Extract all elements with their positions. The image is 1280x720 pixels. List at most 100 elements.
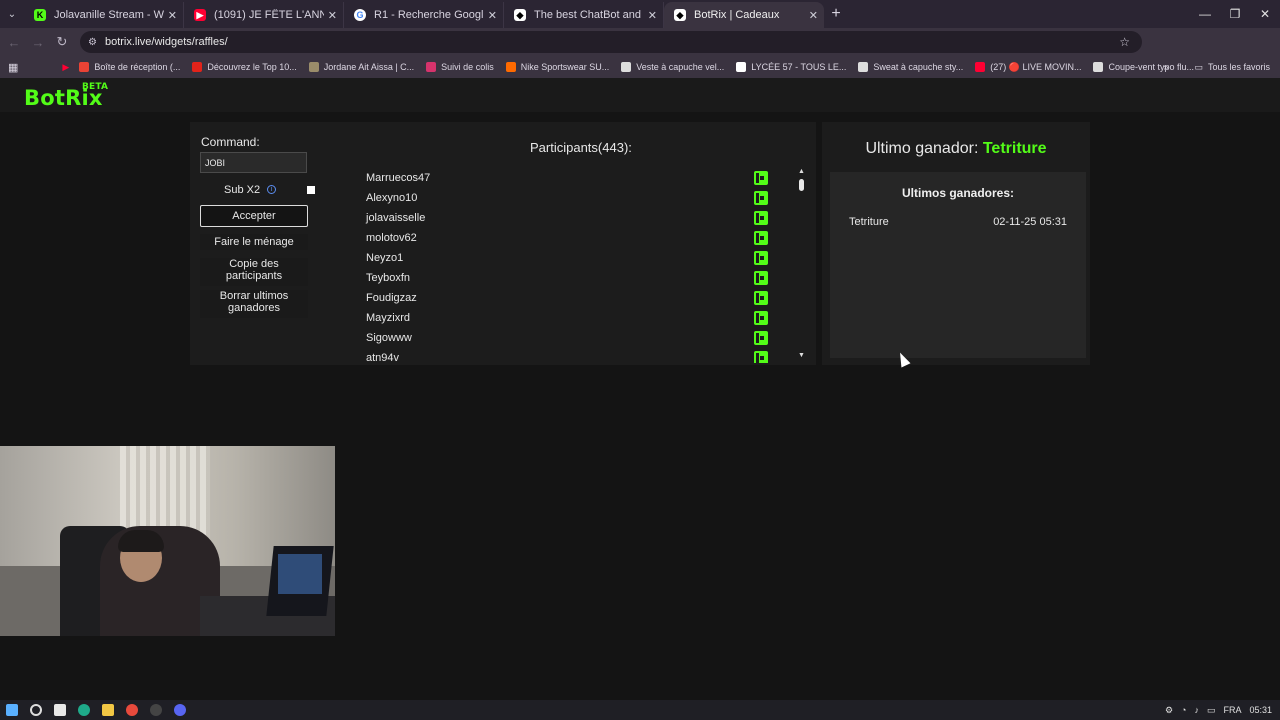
participants-list[interactable]: Marruecos47 Alexyno10 jolavaisselle molo… [350, 168, 798, 363]
reload-icon[interactable]: ↻ [50, 34, 74, 50]
bookmark-item[interactable]: Boîte de réception (... [79, 62, 180, 72]
taskbar: ⚙ ◔ ♪ ▭ FRA 05:31 [0, 700, 1280, 720]
folder-icon: ▭ [1194, 61, 1203, 72]
bookmark-label: Veste à capuche vel... [636, 62, 725, 72]
bookmark-favicon-icon [505, 62, 516, 72]
list-item[interactable]: molotov62 [350, 228, 798, 248]
participants-title: Participants(443): [530, 140, 632, 155]
tab-botrix-cadeaux[interactable]: ◆ BotRix | Cadeaux ✕ [664, 2, 824, 28]
apps-grid-icon[interactable]: ▦ [8, 61, 18, 74]
close-icon[interactable]: ✕ [328, 9, 337, 22]
chrome-icon[interactable] [126, 704, 138, 716]
back-icon[interactable]: ← [2, 35, 26, 50]
copy-participants-button[interactable]: Copie des participants [200, 258, 308, 286]
scroll-thumb[interactable] [799, 179, 804, 191]
discord-icon[interactable] [174, 704, 186, 716]
search-icon[interactable] [30, 704, 42, 716]
list-item[interactable]: Neyzo1 [350, 248, 798, 268]
bookmark-item[interactable]: Découvrez le Top 10... [192, 62, 297, 72]
bookmark-item[interactable]: Nike Sportswear SU... [505, 62, 609, 72]
wifi-icon[interactable]: ◔ [1181, 705, 1186, 715]
winner-date: 02-11-25 05:31 [993, 216, 1067, 228]
bookmark-favicon-icon [621, 62, 632, 72]
close-icon[interactable]: ✕ [648, 9, 657, 22]
language-indicator[interactable]: FRA [1223, 705, 1241, 715]
list-item[interactable]: atn94v [350, 348, 798, 363]
windows-start-icon[interactable] [6, 704, 18, 716]
botrix-favicon-icon: ◆ [514, 9, 526, 21]
tab-jolavanille[interactable]: K Jolavanille Stream - Watch Live ✕ [24, 2, 184, 28]
battery-icon[interactable]: ▭ [1207, 705, 1216, 716]
youtube-icon [975, 62, 986, 72]
all-bookmarks[interactable]: » ▭ Tous les favoris [1163, 56, 1270, 78]
minimize-icon[interactable]: — [1190, 0, 1220, 28]
webcam-laptop-screen [278, 554, 322, 594]
bookmark-favicon-icon [426, 62, 437, 72]
edge-icon[interactable] [78, 704, 90, 716]
list-item[interactable]: Foudigzaz [350, 288, 798, 308]
winner-row: Tetriture 02-11-25 05:31 [849, 216, 1067, 228]
bookmark-youtube-icon[interactable]: ▶ [62, 62, 69, 73]
list-item[interactable]: Alexyno10 [350, 188, 798, 208]
close-icon[interactable]: ✕ [168, 9, 177, 22]
participant-name: Teyboxfn [366, 272, 411, 284]
participant-name: molotov62 [366, 232, 417, 244]
recent-winners-box: Ultimos ganadores: Tetriture 02-11-25 05… [830, 172, 1086, 358]
list-item[interactable]: jolavaisselle [350, 208, 798, 228]
participants-scrollbar[interactable]: ▲ ▼ [796, 168, 806, 363]
bookmark-star-icon[interactable]: ☆ [1119, 35, 1130, 49]
obs-icon[interactable] [150, 704, 162, 716]
close-icon[interactable]: ✕ [809, 9, 818, 22]
kick-icon [754, 231, 768, 245]
tab-search-icon[interactable]: ⌄ [0, 0, 24, 28]
accept-button[interactable]: Accepter [200, 205, 308, 227]
forward-icon[interactable]: → [26, 35, 50, 50]
site-header: BotRix BETA [0, 78, 1280, 112]
volume-icon[interactable]: ♪ [1194, 705, 1199, 715]
info-icon[interactable]: i [267, 185, 276, 194]
raffle-panel: Command: Sub X2 i Accepter Faire le ména… [190, 122, 816, 365]
bookmark-item[interactable]: Sweat à capuche sty... [858, 62, 963, 72]
new-tab-icon[interactable]: + [824, 5, 848, 23]
kick-favicon-icon: K [34, 9, 46, 21]
sub-x2-checkbox[interactable] [307, 186, 315, 194]
tab-google[interactable]: G R1 - Recherche Google ✕ [344, 2, 504, 28]
scroll-up-arrow-icon[interactable]: ▲ [798, 168, 805, 175]
list-item[interactable]: Marruecos47 [350, 168, 798, 188]
bookmark-label: Découvrez le Top 10... [207, 62, 297, 72]
url-field[interactable]: ⚙ botrix.live/widgets/raffles/ ☆ [80, 31, 1142, 53]
kick-icon [754, 191, 768, 205]
bookmark-item[interactable]: LYCÉE 57 - TOUS LE... [736, 62, 846, 72]
clean-button[interactable]: Faire le ménage [200, 234, 308, 250]
clear-winners-button[interactable]: Borrar ultimos ganadores [200, 290, 308, 318]
last-winner-heading: Ultimo ganador: Tetriture [822, 140, 1090, 158]
beta-badge: BETA [82, 82, 109, 92]
chevron-right-icon[interactable]: » [1163, 62, 1168, 72]
scroll-down-arrow-icon[interactable]: ▼ [798, 352, 805, 359]
folder-icon[interactable] [102, 704, 114, 716]
clock[interactable]: 05:31 [1249, 705, 1272, 715]
botrix-logo[interactable]: BotRix BETA [24, 82, 108, 110]
bookmark-item[interactable]: Jordane Ait Aissa | C... [308, 62, 414, 72]
tray-apps-icon[interactable]: ⚙ [1165, 705, 1173, 716]
tab-title: Jolavanille Stream - Watch Live [54, 9, 164, 21]
bookmark-item[interactable]: Veste à capuche vel... [621, 62, 724, 72]
bookmark-item[interactable]: Suivi de colis [426, 62, 494, 72]
sub-x2-label: Sub X2 [224, 184, 261, 196]
tab-title: (1091) JE FÊTE L'ANNIVERSAIRE [214, 9, 324, 21]
close-window-icon[interactable]: ✕ [1250, 0, 1280, 28]
close-icon[interactable]: ✕ [488, 9, 497, 22]
recent-winners-title: Ultimos ganadores: [901, 186, 1015, 200]
list-item[interactable]: Mayzixrd [350, 308, 798, 328]
command-input[interactable] [200, 152, 307, 173]
tab-chatbot[interactable]: ◆ The best ChatBot and Widgets ✕ [504, 2, 664, 28]
site-settings-icon[interactable]: ⚙ [88, 37, 97, 48]
list-item[interactable]: Teyboxfn [350, 268, 798, 288]
window-controls: — ❐ ✕ [1190, 0, 1280, 28]
list-item[interactable]: Sigowww [350, 328, 798, 348]
tab-youtube[interactable]: ▶ (1091) JE FÊTE L'ANNIVERSAIRE ✕ [184, 2, 344, 28]
participant-name: Sigowww [366, 332, 412, 344]
restore-icon[interactable]: ❐ [1220, 0, 1250, 28]
file-manager-icon[interactable] [54, 704, 66, 716]
bookmark-item[interactable]: (27) 🔴 LIVE MOVIN... [975, 62, 1081, 73]
